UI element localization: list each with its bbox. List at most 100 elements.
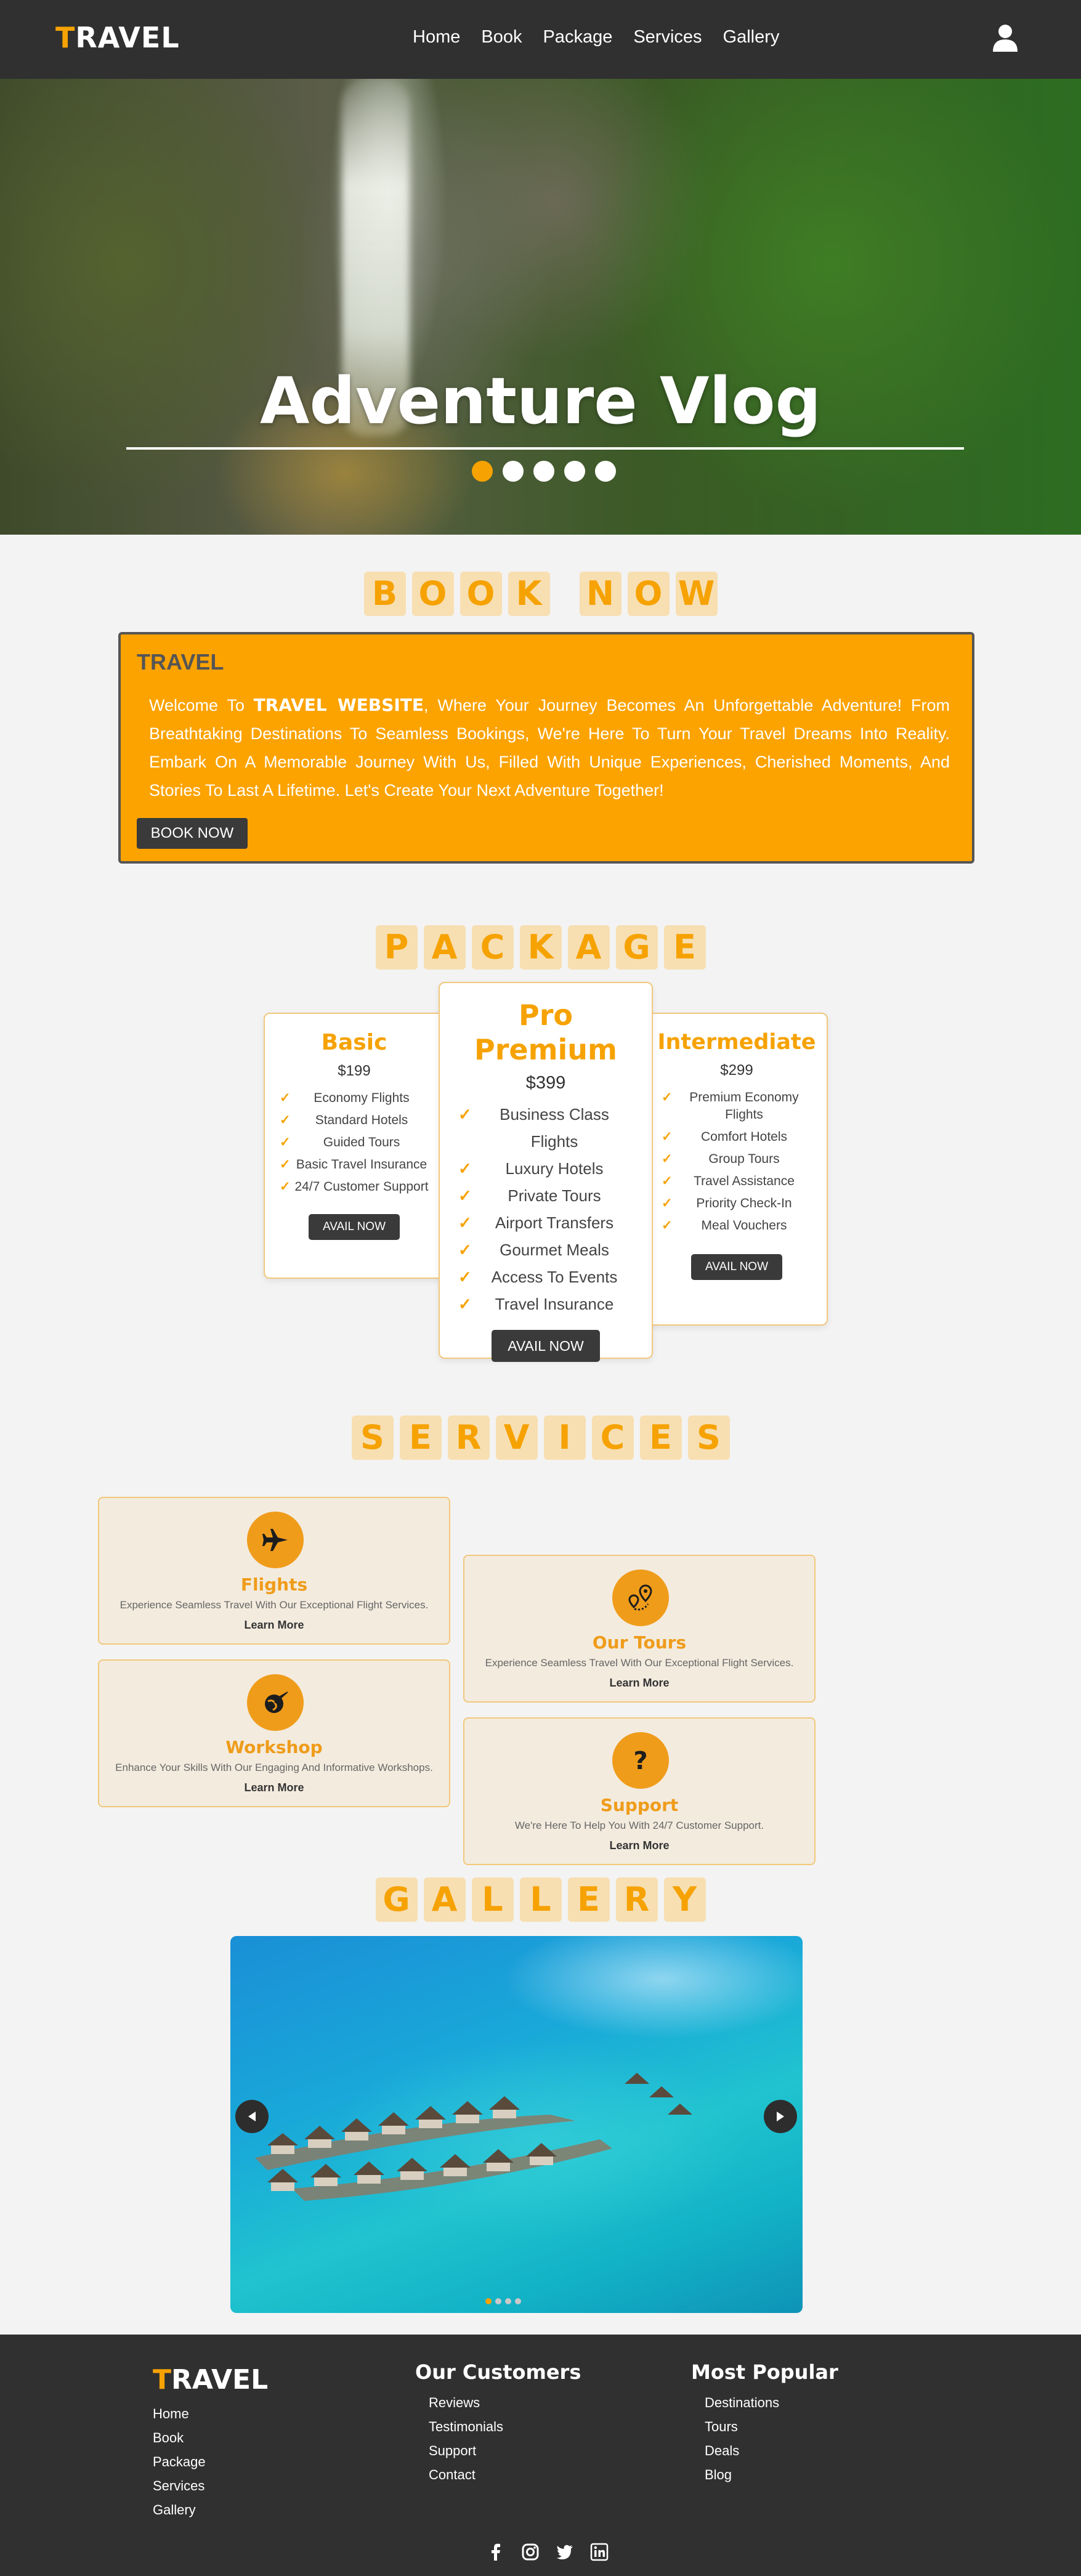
package-card-pro-premium: Pro Premium $399 Business Class Flights … bbox=[439, 982, 653, 1362]
avail-now-button[interactable]: AVAIL NOW bbox=[691, 1254, 782, 1280]
service-icon-badge bbox=[247, 1674, 304, 1731]
footer-link-testimonials[interactable]: Testimonials bbox=[429, 2419, 503, 2443]
feature-item: Travel Insurance bbox=[458, 1290, 633, 1318]
footer-link-deals[interactable]: Deals bbox=[705, 2443, 779, 2467]
title-letter: C bbox=[471, 925, 514, 970]
feature-item: Business Class Flights bbox=[458, 1101, 633, 1155]
learn-more-link[interactable]: Learn More bbox=[464, 1839, 814, 1852]
service-icon-badge bbox=[247, 1512, 304, 1568]
book-description: Welcome To TRAVEL WEBSITE, Where Your Jo… bbox=[149, 695, 950, 800]
footer-customers-links: Reviews Testimonials Support Contact bbox=[429, 2395, 503, 2491]
footer-customers-heading: Our Customers bbox=[415, 2360, 581, 2384]
hero-dot-3[interactable] bbox=[533, 461, 554, 482]
footer-logo[interactable]: TRAVEL bbox=[153, 2364, 268, 2396]
feature-item: Meal Vouchers bbox=[662, 1215, 812, 1237]
feature-item: Group Tours bbox=[662, 1148, 812, 1170]
hero-dot-1[interactable] bbox=[472, 461, 493, 482]
title-letter: L bbox=[471, 1877, 514, 1922]
nav-link-package[interactable]: Package bbox=[543, 27, 612, 47]
title-letter: S bbox=[687, 1416, 730, 1460]
book-card: TRAVEL Welcome To TRAVEL WEBSITE, Where … bbox=[118, 632, 974, 864]
service-card-flights[interactable]: Flights Experience Seamless Travel With … bbox=[98, 1497, 450, 1645]
package-price: $299 bbox=[720, 1062, 753, 1079]
footer-link-home[interactable]: Home bbox=[153, 2406, 206, 2430]
social-links bbox=[487, 2543, 609, 2561]
chevron-right-icon bbox=[777, 2112, 784, 2121]
title-letter: A bbox=[567, 925, 610, 970]
package-card-basic: Basic $199 Economy Flights Standard Hote… bbox=[264, 1013, 445, 1279]
feature-item: Standard Hotels bbox=[280, 1109, 429, 1132]
package-price: $399 bbox=[525, 1073, 566, 1093]
service-icon-badge bbox=[612, 1569, 669, 1626]
book-section-title: B O O K N O W bbox=[0, 572, 1081, 616]
title-letter: E bbox=[639, 1416, 682, 1460]
footer-link-services[interactable]: Services bbox=[153, 2478, 206, 2502]
footer-link-reviews[interactable]: Reviews bbox=[429, 2395, 503, 2419]
hero-dot-2[interactable] bbox=[503, 461, 524, 482]
nav-link-book[interactable]: Book bbox=[481, 27, 522, 47]
learn-more-link[interactable]: Learn More bbox=[99, 1619, 449, 1632]
service-icon-badge: ? bbox=[612, 1732, 669, 1789]
title-letter: O bbox=[411, 572, 454, 616]
hero-dot-4[interactable] bbox=[564, 461, 585, 482]
package-card-intermediate: Intermediate $299 Premium Economy Flight… bbox=[646, 1013, 828, 1326]
hero-banner: Adventure Vlog bbox=[0, 79, 1081, 535]
footer-popular-heading: Most Popular bbox=[691, 2360, 838, 2384]
feature-item: Airport Transfers bbox=[458, 1209, 633, 1236]
nav-link-services[interactable]: Services bbox=[633, 27, 702, 47]
book-now-button[interactable]: BOOK NOW bbox=[137, 818, 248, 849]
feature-item: Priority Check-In bbox=[662, 1193, 812, 1215]
gallery-carousel-dots bbox=[485, 2298, 521, 2304]
hero-dot-5[interactable] bbox=[595, 461, 616, 482]
service-card-tours[interactable]: Our Tours Experience Seamless Travel Wit… bbox=[463, 1555, 816, 1703]
title-letter: K bbox=[508, 572, 550, 616]
title-gap bbox=[556, 572, 573, 616]
svg-text:?: ? bbox=[633, 1747, 647, 1775]
title-letter: R bbox=[615, 1877, 658, 1922]
footer-link-book[interactable]: Book bbox=[153, 2430, 206, 2454]
gallery-next-button[interactable] bbox=[764, 2100, 797, 2133]
feature-item: Premium Economy Flights bbox=[662, 1087, 812, 1126]
footer-link-destinations[interactable]: Destinations bbox=[705, 2395, 779, 2419]
learn-more-link[interactable]: Learn More bbox=[99, 1781, 449, 1794]
user-icon[interactable] bbox=[992, 23, 1019, 53]
service-title: Flights bbox=[240, 1574, 308, 1595]
service-card-workshop[interactable]: Workshop Enhance Your Skills With Our En… bbox=[98, 1659, 450, 1807]
facebook-icon[interactable] bbox=[487, 2543, 505, 2561]
footer-link-support[interactable]: Support bbox=[429, 2443, 503, 2467]
gallery-dot-4[interactable] bbox=[515, 2298, 521, 2304]
nav-link-home[interactable]: Home bbox=[413, 27, 460, 47]
feature-item: Economy Flights bbox=[280, 1087, 429, 1109]
title-letter: E bbox=[663, 925, 706, 970]
linkedin-icon[interactable] bbox=[590, 2543, 609, 2561]
feature-item: Access To Events bbox=[458, 1263, 633, 1290]
avail-now-button[interactable]: AVAIL NOW bbox=[492, 1330, 600, 1362]
chevron-left-icon bbox=[248, 2112, 256, 2121]
nav-link-gallery[interactable]: Gallery bbox=[723, 27, 780, 47]
feature-item: Comfort Hotels bbox=[662, 1126, 812, 1148]
instagram-icon[interactable] bbox=[521, 2543, 540, 2561]
footer-link-contact[interactable]: Contact bbox=[429, 2467, 503, 2491]
footer-link-tours[interactable]: Tours bbox=[705, 2419, 779, 2443]
gallery-dot-3[interactable] bbox=[505, 2298, 511, 2304]
avail-now-button[interactable]: AVAIL NOW bbox=[309, 1214, 400, 1240]
top-navbar: TRAVEL Home Book Package Services Galler… bbox=[0, 0, 1081, 79]
map-pin-icon bbox=[628, 1584, 652, 1611]
twitter-icon[interactable] bbox=[556, 2543, 574, 2561]
title-letter: N bbox=[579, 572, 621, 616]
title-letter: C bbox=[591, 1416, 634, 1460]
site-logo[interactable]: TRAVEL bbox=[55, 21, 180, 54]
service-description: Experience Seamless Travel With Our Exce… bbox=[485, 1657, 794, 1669]
service-card-support[interactable]: ? Support We're Here To Help You With 24… bbox=[463, 1717, 816, 1865]
footer-link-gallery[interactable]: Gallery bbox=[153, 2502, 206, 2526]
footer-popular-links: Destinations Tours Deals Blog bbox=[705, 2395, 779, 2491]
feature-item: Travel Assistance bbox=[662, 1170, 812, 1193]
gallery-prev-button[interactable] bbox=[235, 2100, 269, 2133]
hero-divider bbox=[126, 447, 964, 450]
footer-link-package[interactable]: Package bbox=[153, 2454, 206, 2478]
gallery-dot-1[interactable] bbox=[485, 2298, 492, 2304]
gallery-dot-2[interactable] bbox=[495, 2298, 501, 2304]
footer-link-blog[interactable]: Blog bbox=[705, 2467, 779, 2491]
package-features: Economy Flights Standard Hotels Guided T… bbox=[280, 1087, 429, 1196]
learn-more-link[interactable]: Learn More bbox=[464, 1677, 814, 1690]
